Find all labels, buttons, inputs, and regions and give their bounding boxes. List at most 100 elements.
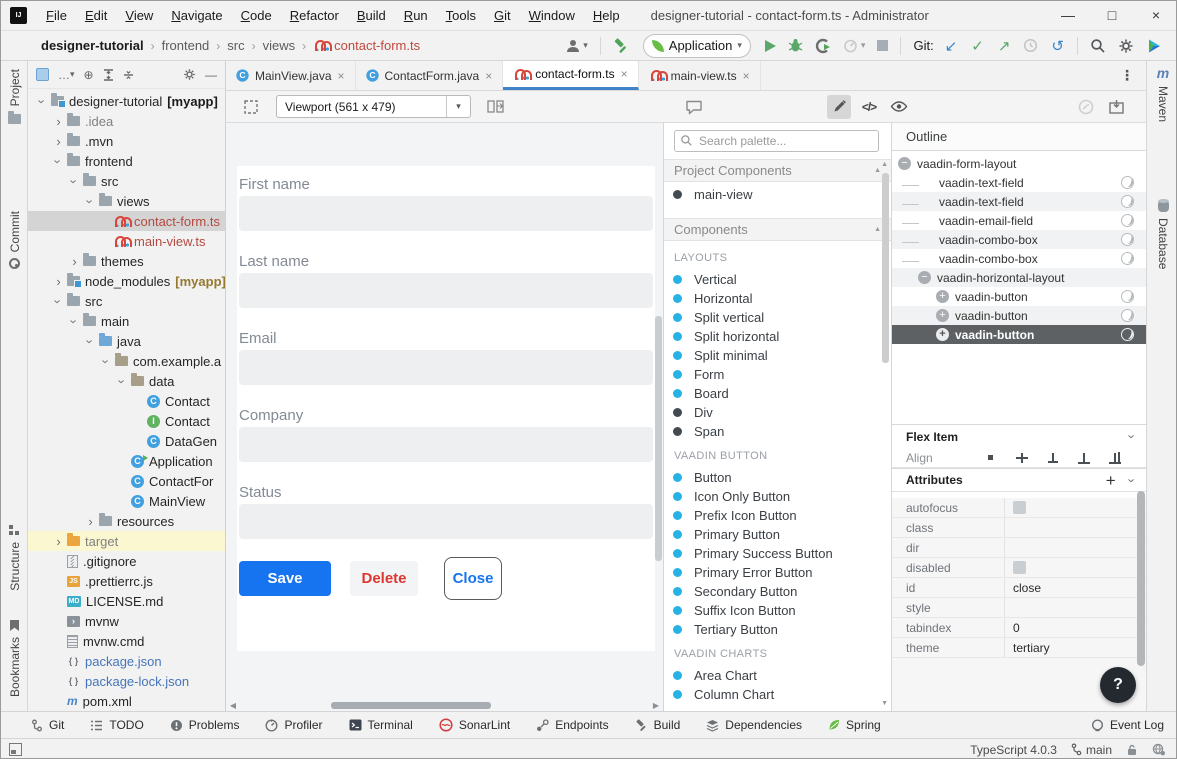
tree-row[interactable]: resources (28, 511, 225, 531)
menu-item[interactable]: Edit (76, 1, 116, 30)
breadcrumb-views[interactable]: views (263, 38, 296, 53)
tab-contactform-java[interactable]: ContactForm.java (356, 61, 504, 90)
toolwindow-git[interactable]: Git (31, 718, 64, 732)
split-view-icon[interactable] (483, 95, 507, 119)
chevron-icon[interactable] (52, 275, 65, 288)
history-clock-icon[interactable] (1023, 38, 1038, 53)
minimize-button[interactable]: — (1046, 1, 1090, 30)
view-options-icon[interactable]: …▾ (58, 68, 75, 82)
chevron-icon[interactable] (52, 115, 65, 128)
chevron-icon[interactable] (68, 315, 81, 328)
run-with-coverage-button[interactable] (815, 38, 831, 54)
tree-row[interactable]: java (28, 331, 225, 351)
collapse-icon[interactable]: ▲ (874, 167, 881, 174)
profiler-button[interactable]: ▾ (843, 38, 866, 53)
save-button[interactable]: Save (239, 561, 331, 596)
tab-options-icon[interactable]: ⋮ (1120, 67, 1134, 84)
outline-row[interactable]: vaadin-email-field (892, 211, 1146, 230)
tree-row[interactable]: com.example.a (28, 351, 225, 371)
add-attribute-icon[interactable]: + (1106, 472, 1116, 489)
menu-item[interactable]: View (116, 1, 162, 30)
outline-row[interactable]: vaadin-horizontal-layout (892, 268, 1146, 287)
tree-row[interactable]: main-view.ts (28, 231, 225, 251)
hide-panel-icon[interactable]: — (205, 68, 217, 82)
tree-row[interactable]: MainView (28, 491, 225, 511)
palette-item[interactable]: Board (664, 384, 891, 403)
node-toggle-icon[interactable] (936, 328, 949, 341)
palette-search-input[interactable] (674, 130, 879, 152)
chevron-down-icon[interactable] (1130, 429, 1134, 444)
attribute-row[interactable]: autofocus (892, 498, 1146, 518)
attribute-row[interactable]: id close (892, 578, 1146, 598)
tool-button-structure[interactable]: Structure (1, 523, 28, 591)
locate-file-icon[interactable]: ⊕ (84, 68, 94, 82)
close-icon[interactable] (485, 69, 492, 83)
tree-row[interactable]: main (28, 311, 225, 331)
attributes-section-header[interactable]: Attributes + (892, 468, 1146, 492)
align-end-icon[interactable] (1077, 451, 1091, 465)
attribute-value-cell[interactable]: tertiary (1004, 638, 1146, 657)
palette-item[interactable]: Split horizontal (664, 327, 891, 346)
menu-item[interactable]: Tools (437, 1, 485, 30)
palette-item[interactable]: Column Chart (664, 685, 891, 704)
preview-eye-icon[interactable] (887, 95, 911, 119)
node-toggle-icon[interactable] (920, 176, 933, 189)
align-stretch-icon[interactable] (1108, 451, 1122, 465)
maximize-button[interactable]: □ (1090, 1, 1134, 30)
tool-button-bookmarks[interactable]: Bookmarks (1, 620, 28, 697)
menu-item[interactable]: Navigate (162, 1, 231, 30)
node-toggle-icon[interactable] (920, 233, 933, 246)
flex-item-section-header[interactable]: Flex Item (892, 424, 1146, 448)
tree-row[interactable]: Contact (28, 391, 225, 411)
palette-item[interactable]: Primary Error Button (664, 563, 891, 582)
palette-item[interactable]: Form (664, 365, 891, 384)
menu-item[interactable]: Window (520, 1, 584, 30)
tool-button-database[interactable]: Database (1147, 199, 1177, 269)
outline-row[interactable]: vaadin-button (892, 306, 1146, 325)
outline-row[interactable]: vaadin-text-field (892, 173, 1146, 192)
node-toggle-icon[interactable] (936, 290, 949, 303)
palette-item[interactable]: Split minimal (664, 346, 891, 365)
tree-row[interactable]: target (28, 531, 225, 551)
toolwindow-toggle-icon[interactable] (9, 743, 22, 756)
git-push-icon[interactable]: ↗ (998, 37, 1011, 55)
attribute-row[interactable]: style (892, 598, 1146, 618)
scroll-up-icon[interactable]: ▲ (881, 161, 888, 168)
outline-row[interactable]: vaadin-combo-box (892, 249, 1146, 268)
text-field-input[interactable] (239, 427, 653, 462)
chevron-icon[interactable] (68, 255, 81, 268)
collapse-icon[interactable]: ▲ (874, 226, 881, 233)
menu-item[interactable]: Refactor (281, 1, 348, 30)
text-field-input[interactable] (239, 350, 653, 385)
tool-button-maven[interactable]: m Maven (1147, 67, 1177, 122)
connect-java-icon[interactable] (1121, 214, 1134, 227)
chevron-icon[interactable] (52, 535, 65, 548)
node-toggle-icon[interactable] (918, 271, 931, 284)
connect-java-icon[interactable] (1121, 176, 1134, 189)
palette-scrollbar[interactable] (882, 173, 889, 363)
section-header-project-components[interactable]: Project Components ▲ (664, 159, 891, 182)
toolwindow-sonarlint[interactable]: SonarLint (439, 718, 510, 732)
close-button-selected[interactable]: Close (448, 561, 498, 596)
palette-item[interactable]: Split vertical (664, 308, 891, 327)
run-button[interactable] (765, 40, 776, 52)
connect-java-icon[interactable] (1121, 309, 1134, 322)
tree-row[interactable]: .prettierrc.js (28, 571, 225, 591)
close-button[interactable]: × (1134, 1, 1177, 30)
align-auto-icon[interactable] (984, 451, 998, 465)
attribute-value-cell[interactable] (1004, 598, 1146, 617)
toolwindow-problems[interactable]: Problems (170, 718, 240, 732)
canvas-vertical-scrollbar[interactable] (655, 316, 662, 561)
connect-java-icon[interactable] (1121, 252, 1134, 265)
chevron-icon[interactable] (52, 155, 65, 168)
attribute-row[interactable]: class (892, 518, 1146, 538)
palette-item[interactable]: Button (664, 468, 891, 487)
palette-item[interactable]: Area Chart (664, 666, 891, 685)
text-field-input[interactable] (239, 504, 653, 539)
chevron-icon[interactable] (68, 175, 81, 188)
plugin-colorful-icon[interactable] (1146, 38, 1162, 54)
palette-item[interactable]: Primary Success Button (664, 544, 891, 563)
breadcrumb-src[interactable]: src (227, 38, 244, 53)
outline-row[interactable]: vaadin-form-layout (892, 154, 1146, 173)
tree-row[interactable]: Application (28, 451, 225, 471)
